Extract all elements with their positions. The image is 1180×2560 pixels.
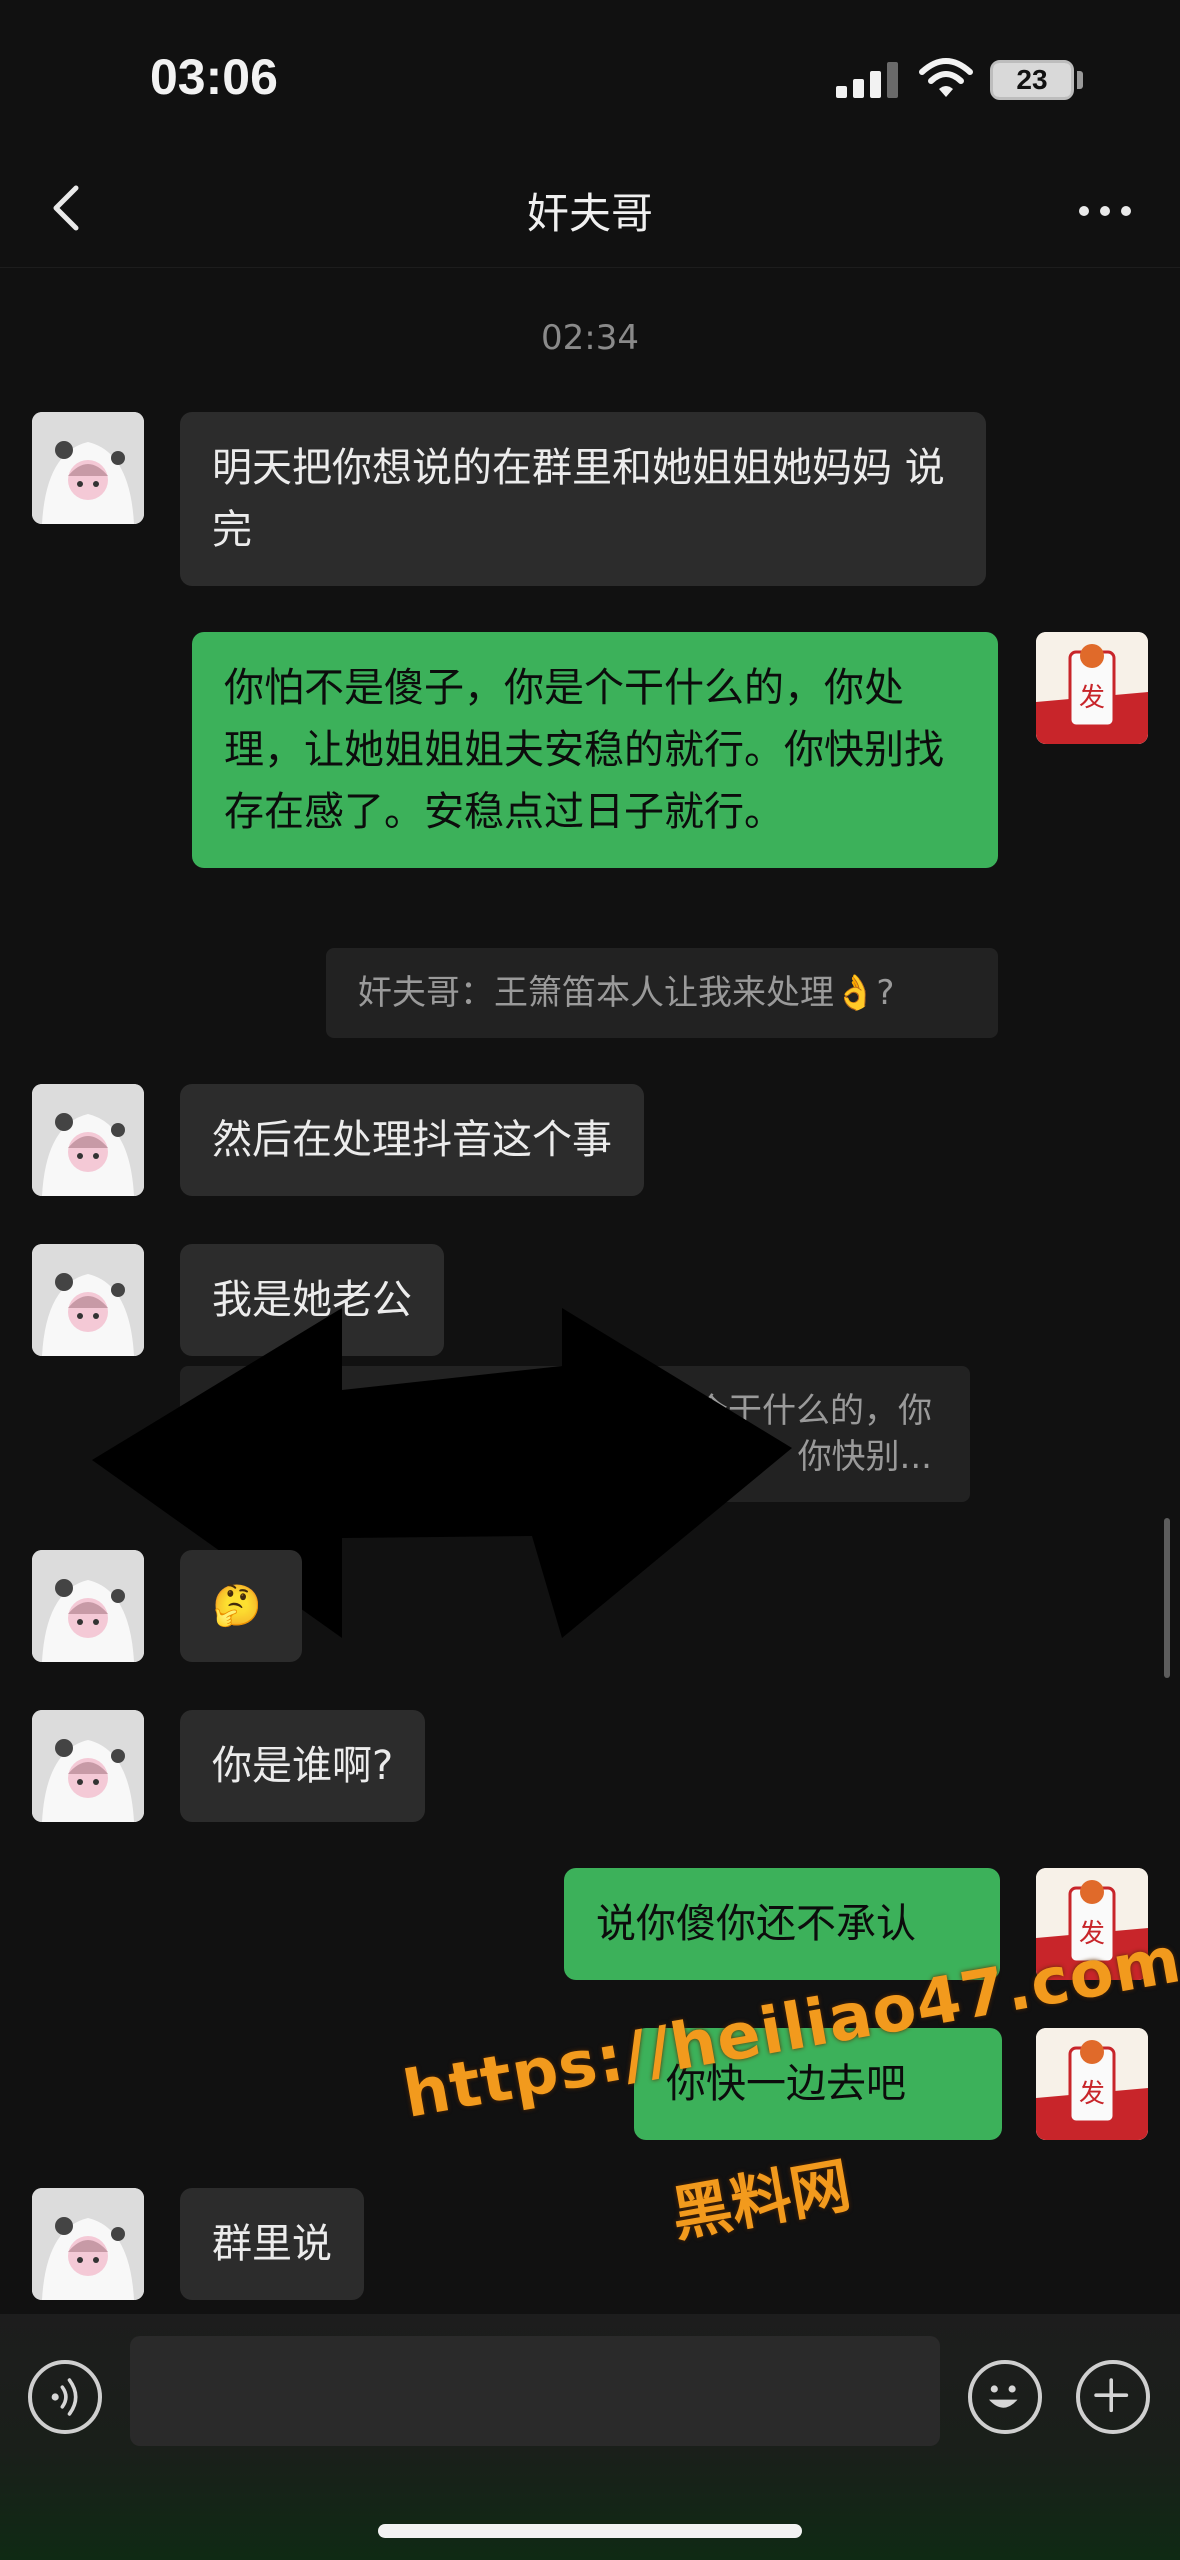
- my-avatar[interactable]: 发: [1036, 632, 1148, 744]
- contact-avatar[interactable]: [32, 1550, 144, 1662]
- wifi-icon: [919, 58, 973, 97]
- message-bubble[interactable]: 🤔: [180, 1550, 302, 1662]
- message-bubble[interactable]: 说你傻你还不承认: [564, 1868, 1000, 1980]
- contact-avatar[interactable]: [32, 1084, 144, 1196]
- svg-text:发: 发: [1079, 2079, 1105, 2109]
- contact-avatar[interactable]: [32, 2188, 144, 2300]
- home-indicator: [378, 2524, 802, 2538]
- quoted-message[interactable]: 奸夫哥：王箫笛本人让我来处理👌?: [326, 948, 998, 1038]
- chat-header: 奸夫哥: [0, 150, 1180, 268]
- contact-avatar[interactable]: [32, 412, 144, 524]
- message-input[interactable]: [130, 2336, 940, 2446]
- voice-icon[interactable]: [28, 2360, 102, 2434]
- message-bubble[interactable]: 明天把你想说的在群里和她姐姐她妈妈 说完: [180, 412, 986, 586]
- signal-icon: [836, 62, 900, 98]
- battery-level: 23: [993, 63, 1071, 97]
- message-bubble[interactable]: 你怕不是傻子，你是个干什么的，你处理，让她姐姐姐夫安稳的就行。你快别找存在感了。…: [192, 632, 998, 868]
- message-bubble[interactable]: 然后在处理抖音这个事: [180, 1084, 644, 1196]
- plus-icon[interactable]: [1076, 2360, 1150, 2434]
- contact-avatar[interactable]: [32, 1710, 144, 1822]
- message-timestamp: 02:34: [541, 318, 639, 358]
- emoji-icon[interactable]: [968, 2360, 1042, 2434]
- chat-title: 奸夫哥: [526, 189, 653, 238]
- my-avatar[interactable]: 发: [1036, 2028, 1148, 2140]
- scrollbar[interactable]: [1164, 1518, 1170, 1678]
- battery-tip: [1077, 71, 1083, 89]
- more-dots-icon[interactable]: [1070, 186, 1140, 236]
- battery-icon: 23: [990, 60, 1074, 100]
- status-time: 03:06: [150, 49, 278, 105]
- status-bar: 03:06 23: [0, 0, 1180, 150]
- message-bubble[interactable]: 群里说: [180, 2188, 364, 2300]
- svg-text:发: 发: [1079, 683, 1105, 713]
- message-bubble[interactable]: 你是谁啊?: [180, 1710, 426, 1822]
